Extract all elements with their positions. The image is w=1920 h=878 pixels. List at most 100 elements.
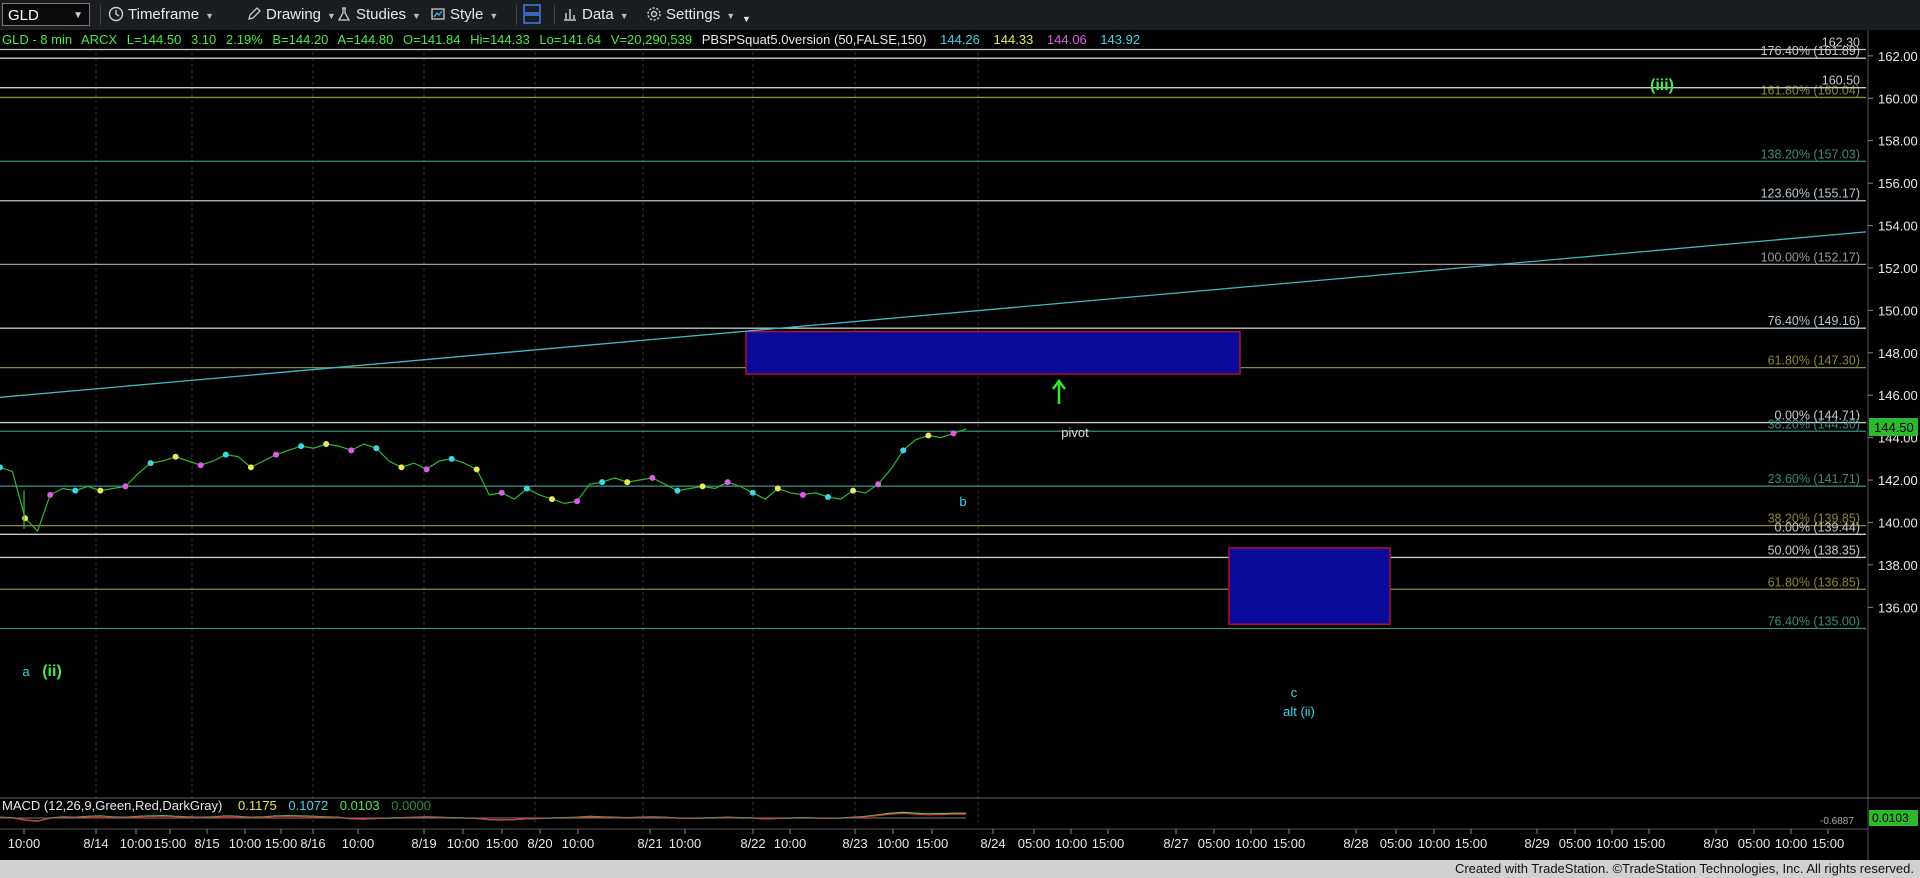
fib-level-label: 138.20% (157.03) [1761, 147, 1860, 161]
wave-label: (iii) [1650, 77, 1674, 94]
x-tick-label: 05:00 [1559, 836, 1592, 851]
y-tick-label: 154.00 [1878, 219, 1918, 234]
x-tick-label: 8/27 [1163, 836, 1188, 851]
macd-label: MACD (12,26,9,Green,Red,DarkGray) [2, 798, 222, 813]
price-point [47, 491, 54, 498]
wave-label: a [22, 664, 30, 679]
y-tick-label: 150.00 [1878, 303, 1918, 318]
price-point [925, 432, 932, 439]
x-tick-label: 8/28 [1343, 836, 1368, 851]
price-point [448, 455, 455, 462]
price-point [273, 451, 279, 458]
price-point [197, 462, 204, 469]
y-tick-label: 152.00 [1878, 261, 1918, 276]
price-point [97, 487, 104, 494]
x-tick-label: 10:00 [1235, 836, 1268, 851]
price-point [498, 489, 505, 496]
x-tick-label: 10:00 [877, 836, 910, 851]
x-tick-label: 8/23 [842, 836, 867, 851]
macd-value: 0.0103 [340, 798, 380, 813]
y-tick-label: 146.00 [1878, 388, 1918, 403]
x-tick-label: 10:00 [229, 836, 262, 851]
y-tick-label: 136.00 [1878, 600, 1918, 615]
price-level-label: 162.30 [1822, 36, 1860, 50]
x-tick-label: 15:00 [1455, 836, 1488, 851]
header-change: 3.10 [191, 32, 216, 47]
x-tick-label: 10:00 [342, 836, 375, 851]
price-point [473, 466, 480, 473]
wave-label: c [1291, 685, 1298, 700]
header-bid: B=144.20 [272, 32, 328, 47]
fib-level-label: 0.00% (139.44) [1775, 520, 1860, 534]
wave-label: pivot [1061, 425, 1089, 440]
price-point [749, 489, 756, 496]
price-point [574, 498, 581, 505]
price-point [72, 487, 79, 494]
x-tick-label: 15:00 [154, 836, 187, 851]
y-tick-label: 160.00 [1878, 91, 1918, 106]
y-tick-label: 148.00 [1878, 346, 1918, 361]
price-point [950, 430, 957, 437]
price-point [398, 464, 405, 471]
x-tick-label: 8/19 [411, 836, 436, 851]
header-pct: 2.19% [226, 32, 263, 47]
x-tick-label: 8/29 [1524, 836, 1549, 851]
price-point [850, 487, 857, 494]
header-low: Lo=141.64 [539, 32, 601, 47]
price-point [624, 479, 631, 486]
header-exchange: ARCX [81, 32, 117, 47]
y-tick-label: 156.00 [1878, 176, 1918, 191]
y-tick-label: 138.00 [1878, 558, 1918, 573]
x-tick-label: 8/20 [527, 836, 552, 851]
x-tick-label: 15:00 [265, 836, 298, 851]
x-tick-label: 05:00 [1018, 836, 1051, 851]
x-tick-label: 10:00 [1775, 836, 1808, 851]
x-tick-label: 10:00 [774, 836, 807, 851]
x-tick-label: 10:00 [447, 836, 480, 851]
x-tick-label: 8/21 [637, 836, 662, 851]
x-tick-label: 05:00 [1198, 836, 1231, 851]
price-point [523, 485, 530, 492]
price-point [222, 451, 229, 458]
header-title: GLD - 8 min [2, 32, 72, 47]
study-value: 144.06 [1047, 32, 1087, 47]
price-point [298, 443, 305, 450]
price-point [323, 440, 330, 447]
y-tick-label: 158.00 [1878, 134, 1918, 149]
x-tick-label: 05:00 [1380, 836, 1413, 851]
price-point [799, 491, 806, 498]
macd-value: 0.1175 [238, 798, 277, 813]
y-tick-label: 162.00 [1878, 49, 1918, 64]
header-last: L=144.50 [127, 32, 182, 47]
alt-ii-zone [1228, 547, 1391, 626]
price-point [247, 464, 254, 471]
price-point [875, 481, 882, 488]
header-high: Hi=144.33 [470, 32, 530, 47]
macd-header: MACD (12,26,9,Green,Red,DarkGray) 0.1175… [2, 798, 431, 813]
wave-label: alt (ii) [1283, 704, 1315, 719]
fib-level-label: 50.00% (138.35) [1768, 543, 1860, 557]
price-point [348, 447, 355, 454]
price-point [774, 485, 781, 492]
chart-background [0, 30, 1920, 860]
fib-level-label: 61.80% (147.30) [1768, 354, 1860, 368]
price-point [122, 483, 129, 490]
x-tick-label: 15:00 [1812, 836, 1845, 851]
fib-level-label: 23.60% (141.71) [1768, 472, 1860, 486]
price-level-label: 160.50 [1822, 74, 1860, 88]
macd-value: 0.1072 [288, 798, 328, 813]
price-point [699, 483, 706, 490]
x-tick-label: 10:00 [8, 836, 41, 851]
price-point [649, 474, 656, 481]
macd-axis-value: 0.0103 [1872, 811, 1909, 825]
fib-level-label: 38.20% (144.30) [1768, 417, 1860, 431]
x-tick-label: 8/24 [980, 836, 1005, 851]
last-price-label: 144.50 [1874, 420, 1914, 435]
wave-label: (ii) [42, 663, 62, 680]
price-point [22, 515, 29, 522]
price-point [674, 487, 681, 494]
study-value: 144.26 [940, 32, 980, 47]
x-tick-label: 10:00 [562, 836, 595, 851]
price-point [147, 460, 154, 467]
price-point [549, 496, 555, 503]
